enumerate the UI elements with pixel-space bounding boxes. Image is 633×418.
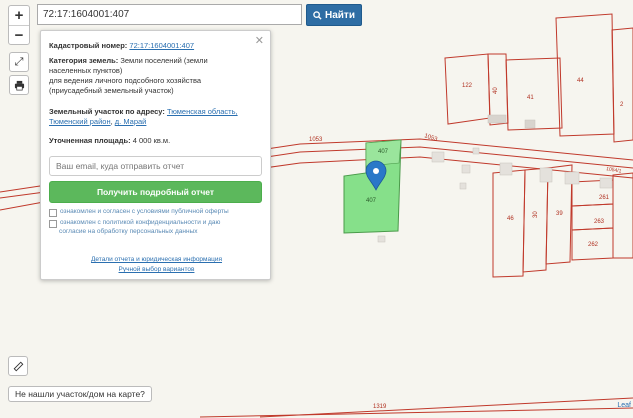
category-value-2: населенных пунктов) xyxy=(49,66,123,75)
search-button[interactable]: Найти xyxy=(306,4,362,26)
measure-button[interactable] xyxy=(8,356,28,376)
report-details-link[interactable]: Детали отчета и юридическая информация xyxy=(91,256,222,263)
not-found-button[interactable]: Не нашли участок/дом на карте? xyxy=(8,386,152,402)
area-value: 4 000 кв.м. xyxy=(132,136,171,145)
cadastral-link[interactable]: 72:17:1604001:407 xyxy=(129,41,194,50)
label-parcel-122: 122 xyxy=(462,83,473,89)
consent-offer-label: ознакомлен и согласен с условиями публич… xyxy=(60,208,229,215)
cadastral-row: Кадастровый номер: 72:17:1604001:407 xyxy=(49,41,261,51)
address-label: Земельный участок по адресу: xyxy=(49,107,165,116)
report-details-row: Детали отчета и юридическая информация xyxy=(41,256,272,263)
usage-line-2: (приусадебный земельный участок) xyxy=(49,86,174,95)
fullscreen-button[interactable]: ⤢ xyxy=(9,52,29,72)
consent-offer-row: ознакомлен и согласен с условиями публич… xyxy=(49,208,264,217)
label-parcel-407: 407 xyxy=(366,198,377,204)
parcel-info-panel: ✕ Кадастровый номер: 72:17:1604001:407 К… xyxy=(40,30,271,280)
printer-icon xyxy=(14,80,24,90)
email-field[interactable] xyxy=(49,156,262,176)
map-attribution[interactable]: Leaf xyxy=(617,402,631,409)
zoom-out-button[interactable]: − xyxy=(9,25,29,45)
consent-privacy-label-2: согласие на обработку персональных данны… xyxy=(59,228,198,235)
consent-privacy-row: ознакомлен с политикой конфиденциальност… xyxy=(49,219,264,236)
address-row: Земельный участок по адресу: Тюменская о… xyxy=(49,107,261,127)
label-parcel-263: 263 xyxy=(594,219,605,225)
label-parcel-262: 262 xyxy=(588,242,599,248)
search-input[interactable] xyxy=(37,4,302,25)
search-icon xyxy=(313,10,322,20)
label-parcel-261: 261 xyxy=(599,195,610,201)
address-district-link[interactable]: Тюменский район xyxy=(49,117,111,126)
category-row: Категория земель: Земли поселений (земли… xyxy=(49,56,261,96)
address-village-link[interactable]: д. Марай xyxy=(115,117,147,126)
label-parcel-46: 46 xyxy=(507,216,514,222)
consent-privacy-checkbox[interactable] xyxy=(49,220,57,228)
zoom-in-button[interactable]: + xyxy=(9,6,29,25)
label-road-1053-a: 1053 xyxy=(309,137,323,143)
category-value: Земли поселений (земли xyxy=(120,56,208,65)
address-region-link[interactable]: Тюменская область, xyxy=(167,107,238,116)
label-parcel-407-top: 407 xyxy=(378,149,389,155)
label-parcel-1319: 1319 xyxy=(373,404,387,410)
manual-select-link[interactable]: Ручной выбор вариантов xyxy=(119,266,195,273)
category-label: Категория земель: xyxy=(49,56,119,65)
label-parcel-40: 40 xyxy=(493,87,499,94)
area-row: Уточненная площадь: 4 000 кв.м. xyxy=(49,136,261,146)
manual-select-row: Ручной выбор вариантов xyxy=(41,266,272,273)
print-button[interactable] xyxy=(9,75,29,95)
label-parcel-30: 30 xyxy=(533,211,539,218)
label-parcel-44: 44 xyxy=(577,78,584,84)
usage-line-1: для ведения личного подсобного хозяйства xyxy=(49,76,202,85)
label-parcel-39: 39 xyxy=(556,211,563,217)
cadastral-label: Кадастровый номер: xyxy=(49,41,128,50)
label-parcel-41: 41 xyxy=(527,95,534,101)
ruler-icon xyxy=(13,361,23,371)
consent-privacy-label-1: ознакомлен с политикой конфиденциальност… xyxy=(60,219,221,226)
search-button-label: Найти xyxy=(325,9,355,21)
expand-icon: ⤢ xyxy=(14,55,24,68)
get-report-button[interactable]: Получить подробный отчет xyxy=(49,181,262,203)
area-label: Уточненная площадь: xyxy=(49,136,131,145)
zoom-control: + − xyxy=(8,5,30,45)
consent-offer-checkbox[interactable] xyxy=(49,209,57,217)
address-comma: , xyxy=(110,117,113,126)
